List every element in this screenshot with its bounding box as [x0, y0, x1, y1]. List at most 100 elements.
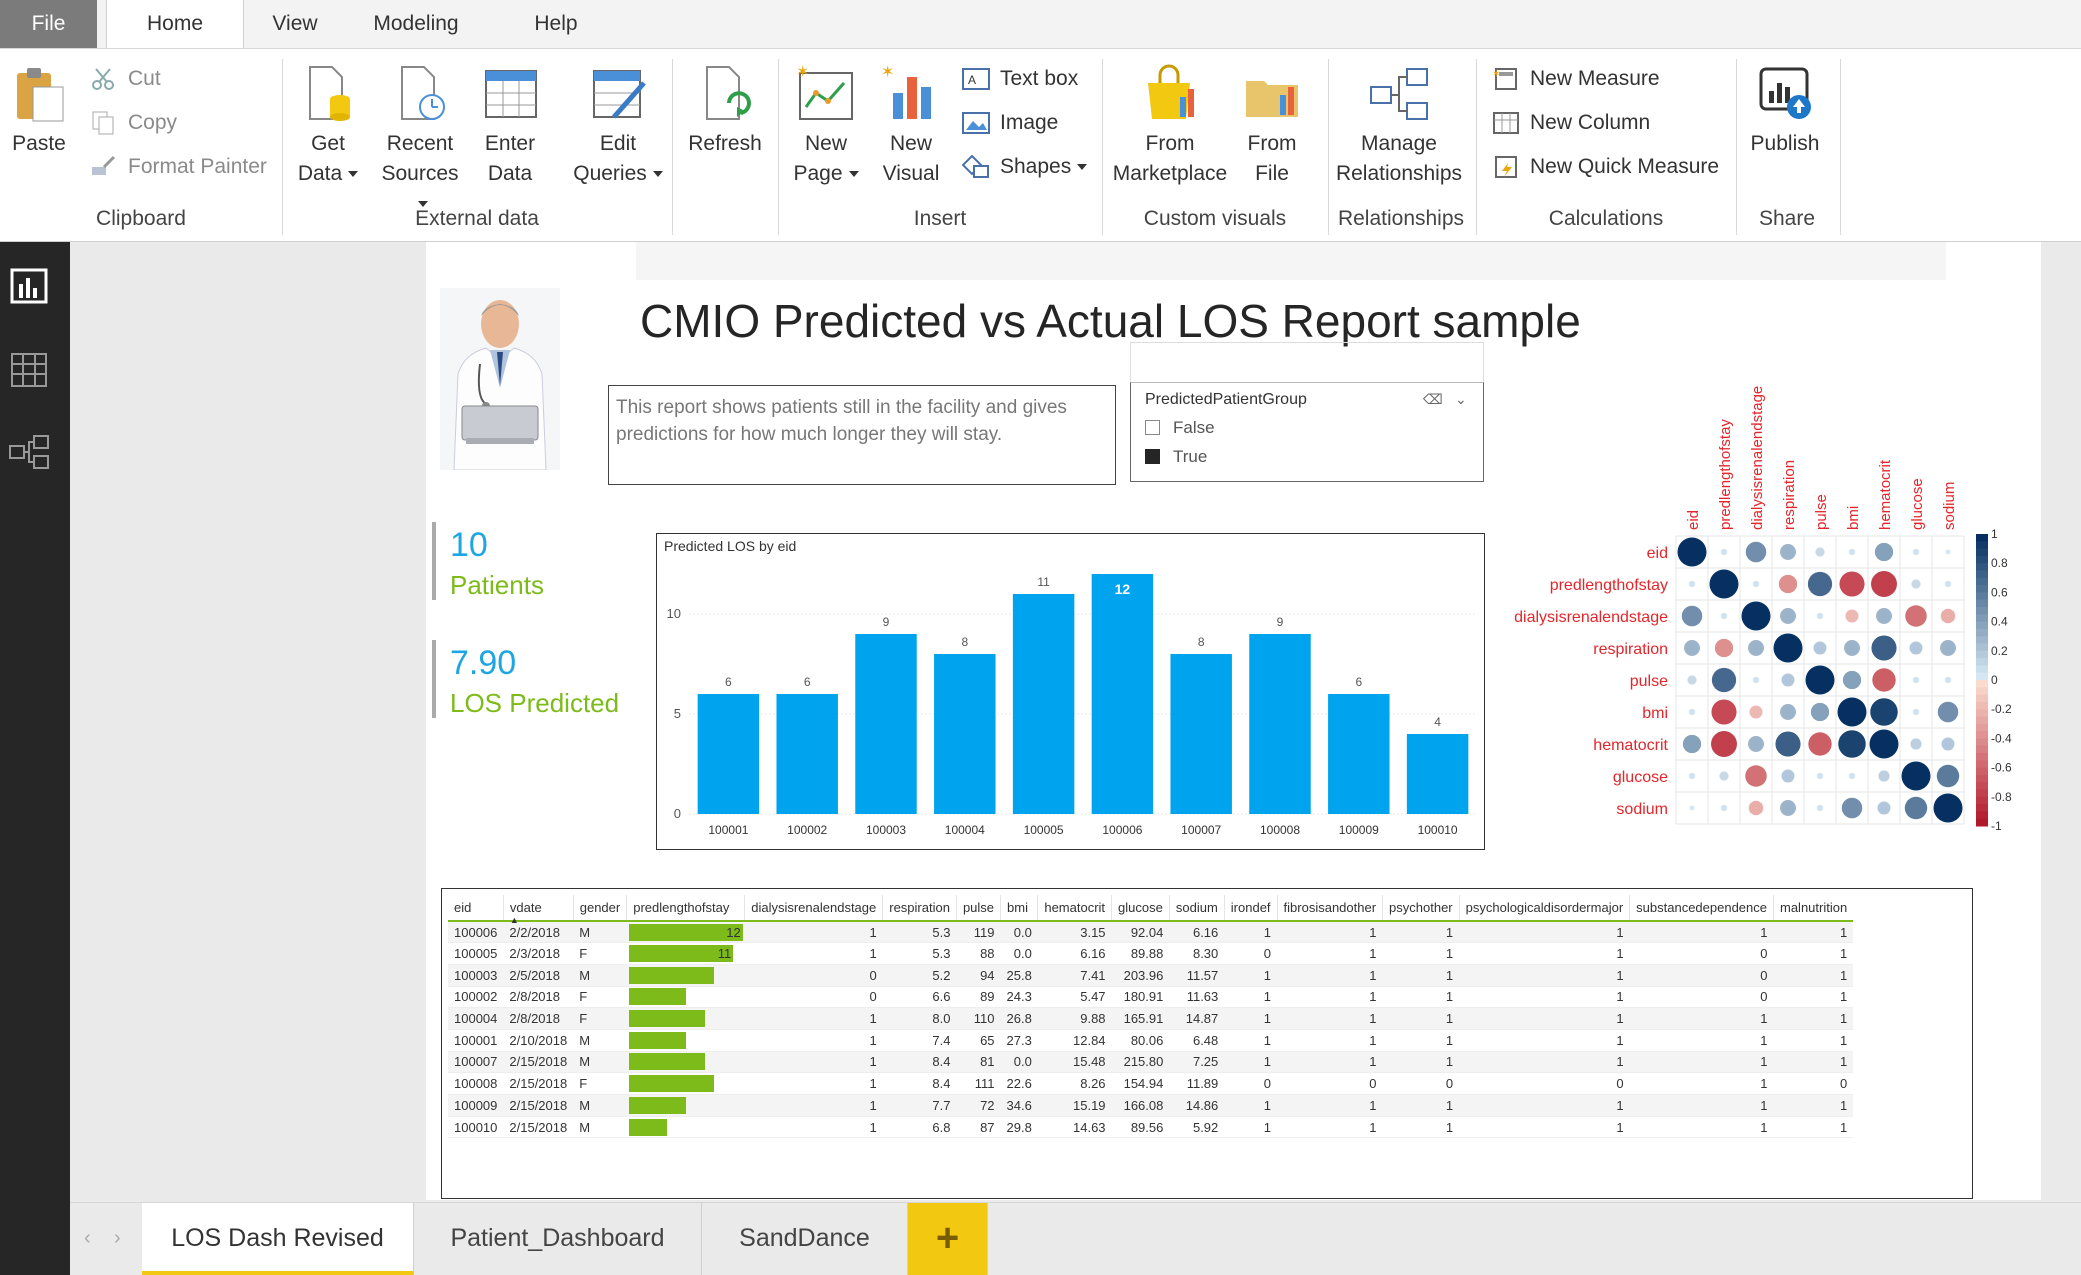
column-header[interactable]: substancedependence: [1629, 895, 1774, 922]
new-measure-button[interactable]: ✶ New Measure: [1492, 61, 1660, 97]
table-row[interactable]: 100007 2/15/2018 M 1 8.4 81 0.0 15.48 215.80 7.25…: [448, 1051, 1854, 1074]
predicted-los-bar-chart[interactable]: Predicted LOS by eid 0 5 10 6 100001 6 100002 9…: [656, 533, 1485, 850]
chevron-down-icon[interactable]: ⌄: [1455, 391, 1467, 408]
get-data-label-1: Get: [311, 132, 345, 155]
column-header[interactable]: vdate ▲: [502, 895, 574, 925]
correlation-dot: [1810, 702, 1830, 722]
model-view-icon[interactable]: [8, 432, 52, 472]
report-description[interactable]: This report shows patients still in the …: [608, 385, 1116, 485]
column-header[interactable]: pulse: [955, 895, 1001, 922]
slicer-option-false[interactable]: False: [1145, 418, 1469, 438]
table-row[interactable]: 100008 2/15/2018 F 1 8.4 111 22.6 8.26 154.94 11.…: [448, 1072, 1854, 1095]
table-row[interactable]: 100010 2/15/2018 M 1 6.8 87 29.8 14.63 89.56 5.92…: [448, 1116, 1854, 1139]
page-tab-sanddance[interactable]: SandDance: [702, 1203, 908, 1275]
shapes-button[interactable]: Shapes: [961, 149, 1088, 185]
colorbar-segment: [1976, 672, 1988, 681]
correlation-dot: [1941, 737, 1955, 751]
column-header[interactable]: fibrosisandother: [1276, 895, 1383, 922]
table-row[interactable]: 100009 2/15/2018 M 1 7.7 72 34.6 15.19 166.08 14.…: [448, 1094, 1854, 1117]
table-row[interactable]: 100006 2/2/2018 M 12 1 5.3 119 0.0 3.15 92.04 6.16…: [448, 921, 1854, 944]
table-cell: 81: [956, 1051, 1001, 1074]
cut-button[interactable]: Cut: [90, 61, 161, 97]
text-box-button[interactable]: A Text box: [962, 61, 1078, 97]
column-header[interactable]: sodium: [1168, 895, 1225, 922]
column-header[interactable]: hematocrit: [1037, 895, 1112, 922]
table-cell: 1: [1382, 964, 1460, 987]
row-label: respiration: [1593, 641, 1668, 658]
new-column-button[interactable]: New Column: [1492, 105, 1650, 141]
slicer-option-true[interactable]: True: [1145, 447, 1469, 467]
correlation-dot: [1688, 708, 1696, 716]
column-header[interactable]: psychologicaldisordermajor: [1458, 895, 1630, 922]
table-cell: M: [573, 964, 627, 987]
checkbox-unchecked[interactable]: [1145, 420, 1160, 435]
get-data-button[interactable]: Get Data: [290, 63, 366, 189]
doctor-image: [440, 288, 560, 471]
new-page-button[interactable]: ✶ New Page: [786, 63, 866, 189]
table-cell: 1: [744, 1072, 883, 1095]
bar-chart-svg: 0 5 10 6 100001 6 100002 9 100003 8 100004 11 100005…: [667, 574, 1477, 837]
table-row[interactable]: 100005 2/3/2018 F 11 1 5.3 88 0.0 6.16 89.88 8.30 0…: [448, 942, 1854, 965]
from-file-button[interactable]: From File: [1236, 63, 1308, 189]
table-row[interactable]: 100003 2/5/2018 M 0 5.2 94 25.8 7.41 203.96 11.57…: [448, 964, 1854, 987]
data-view-icon[interactable]: [8, 350, 52, 390]
column-header[interactable]: gender: [572, 895, 627, 922]
tab-modeling[interactable]: Modeling: [356, 0, 476, 48]
table-row[interactable]: 100002 2/8/2018 F 0 6.6 89 24.3 5.47 180.91 11.63…: [448, 986, 1854, 1009]
table-cell: 0: [1773, 1072, 1854, 1095]
row-label: glucose: [1613, 769, 1668, 786]
new-visual-button[interactable]: ✶ New Visual: [874, 63, 948, 189]
publish-button[interactable]: Publish: [1740, 63, 1830, 159]
column-header[interactable]: irondef: [1223, 895, 1278, 922]
table-cell: 0: [1629, 942, 1774, 965]
column-header[interactable]: malnutrition: [1773, 895, 1854, 922]
table-cell: 1: [744, 921, 883, 944]
paste-button[interactable]: Paste: [6, 63, 72, 159]
add-page-button[interactable]: +: [908, 1203, 988, 1275]
tab-file[interactable]: File: [0, 0, 97, 48]
table-cell: 100008: [448, 1072, 504, 1095]
table-cell: 5.3: [882, 942, 957, 965]
checkbox-checked[interactable]: [1145, 449, 1160, 464]
column-header[interactable]: respiration: [882, 895, 957, 922]
bar: [934, 654, 996, 814]
column-icon: [1492, 111, 1520, 135]
column-header[interactable]: psychother: [1382, 895, 1460, 922]
predicted-patient-group-slicer[interactable]: PredictedPatientGroup ⌫ ⌄ False True: [1130, 382, 1484, 482]
tab-help[interactable]: Help: [520, 0, 592, 48]
column-header[interactable]: predlengthofstay: [626, 895, 745, 922]
column-header[interactable]: dialysisrenalendstage: [744, 895, 883, 922]
table-row[interactable]: 100004 2/8/2018 F 1 8.0 110 26.8 9.88 165.91 14.8…: [448, 1007, 1854, 1030]
column-header[interactable]: bmi: [1000, 895, 1038, 922]
table-cell: 1: [744, 1029, 883, 1052]
refresh-button[interactable]: Refresh: [680, 63, 770, 159]
column-header[interactable]: glucose: [1111, 895, 1170, 922]
copy-button[interactable]: Copy: [90, 105, 177, 141]
format-painter-button[interactable]: Format Painter: [90, 149, 267, 185]
page-tab-los-dash-revised[interactable]: LOS Dash Revised: [142, 1203, 414, 1275]
report-view-icon[interactable]: [8, 266, 52, 306]
column-header[interactable]: eid: [448, 895, 504, 922]
from-marketplace-button[interactable]: From Marketplace: [1110, 63, 1230, 189]
table-cell: 2/5/2018: [503, 964, 574, 987]
colorbar-segment: [1976, 614, 1988, 623]
enter-data-button[interactable]: Enter Data: [474, 63, 546, 189]
table-cell: 1: [1459, 942, 1630, 965]
eraser-icon[interactable]: ⌫: [1423, 391, 1443, 408]
table-row[interactable]: 100001 2/10/2018 M 1 7.4 65 27.3 12.84 80.06 6.48…: [448, 1029, 1854, 1052]
edit-queries-button[interactable]: Edit Queries: [566, 63, 670, 189]
previous-page-icon[interactable]: ‹: [84, 1227, 91, 1250]
table-cell: 215.80: [1111, 1051, 1170, 1074]
page-tab-patient-dashboard[interactable]: Patient_Dashboard: [414, 1203, 702, 1275]
recent-sources-button[interactable]: Recent Sources: [374, 63, 466, 219]
next-page-icon[interactable]: ›: [114, 1227, 121, 1250]
tab-home[interactable]: Home: [106, 0, 244, 49]
correlation-dot: [1688, 772, 1696, 780]
tab-view[interactable]: View: [256, 0, 334, 48]
table-cell: 0: [1382, 1072, 1460, 1095]
new-quick-measure-button[interactable]: New Quick Measure: [1492, 149, 1719, 185]
patient-table-visual[interactable]: eid vdate ▲ gender predlengthofstay dialysisr…: [441, 888, 1973, 1199]
colorbar-segment: [1976, 665, 1988, 674]
image-button[interactable]: Image: [962, 105, 1058, 141]
manage-relationships-button[interactable]: Manage Relationships: [1332, 63, 1466, 189]
